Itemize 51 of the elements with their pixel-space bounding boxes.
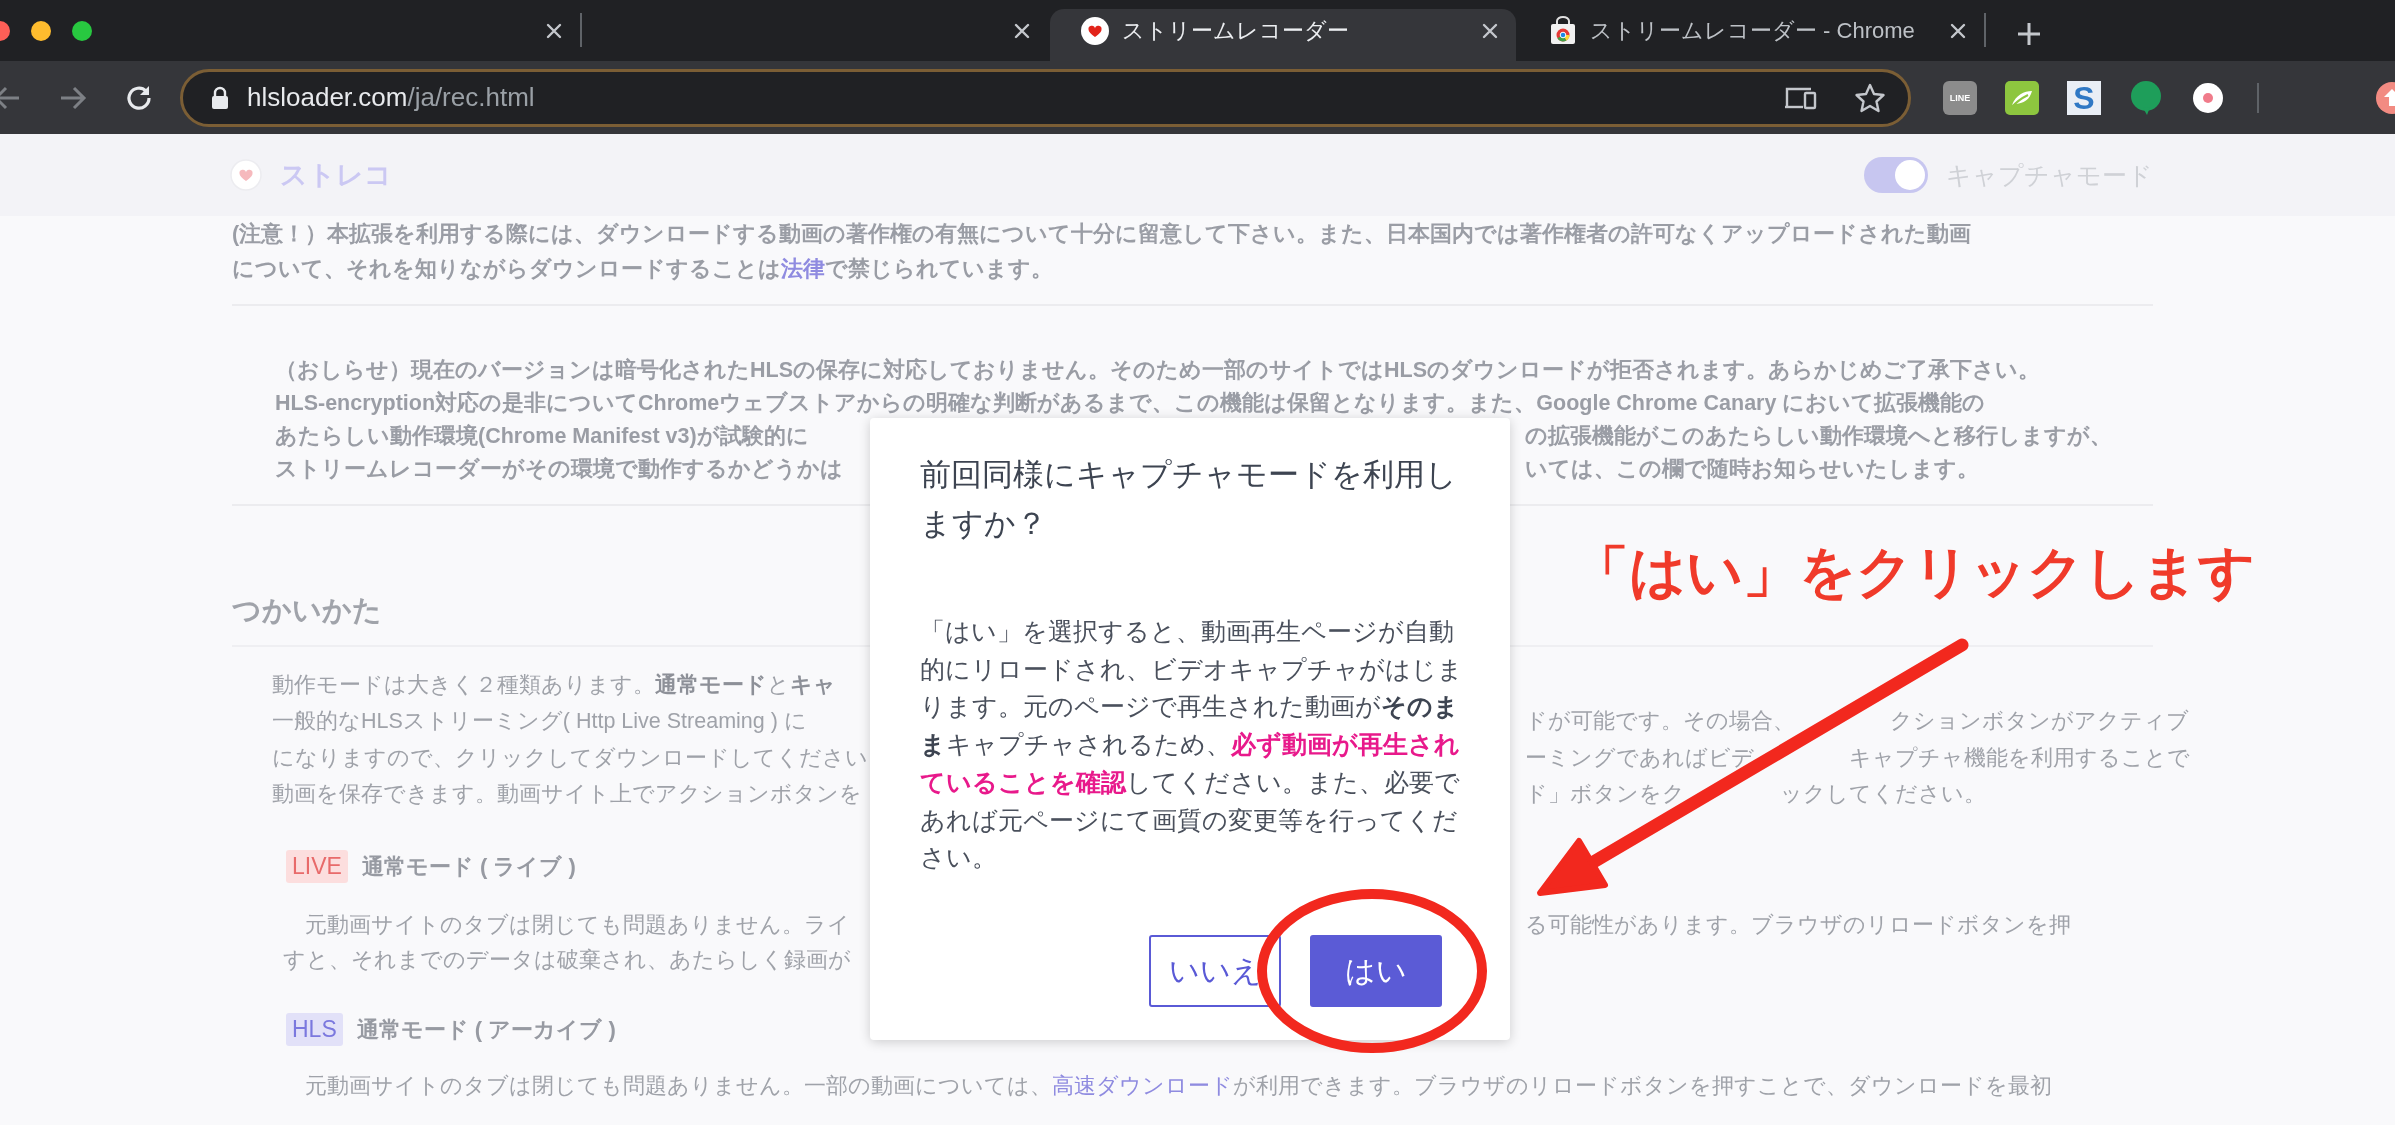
paragraph-text: キャプチャ機能を利用することで bbox=[1849, 744, 2190, 772]
yes-button[interactable]: はい bbox=[1310, 935, 1442, 1007]
paragraph-text: 元動画サイトのタブは閉じても問題ありません。一部の動画については、高速ダウンロード が利用できます。ブラウザのリロードボタンを押すことで、ダウンロードを最初 bbox=[304, 1073, 2052, 1100]
speech-bubble-icon[interactable] bbox=[2129, 79, 2163, 116]
paragraph-text: クションボタンがアクティブ bbox=[1890, 708, 2189, 736]
new-tab-icon[interactable] bbox=[2016, 21, 2042, 47]
text-link[interactable]: 高速ダウンロード bbox=[1052, 1074, 1233, 1098]
paragraph-text: ックしてください。 bbox=[1780, 781, 1986, 809]
browser-tab[interactable]: ストリームレコーダー bbox=[1050, 9, 1516, 61]
record-icon[interactable] bbox=[2191, 80, 2225, 115]
paragraph-text: になりますので、クリックしてダウンロードしてください bbox=[272, 745, 868, 770]
url-text: hlsloader.com/ja/rec.html bbox=[247, 82, 536, 113]
paragraph-text: 元動画サイトのタブは閉じても問題ありません。ライ bbox=[304, 913, 850, 937]
line-extension-icon[interactable]: LINE bbox=[1943, 80, 1977, 115]
browser-tab[interactable]: ストリームレコーダー - Chrome bbox=[1518, 9, 1984, 61]
heart-logo-icon bbox=[230, 159, 262, 191]
close-icon[interactable] bbox=[1012, 21, 1032, 41]
minimize-window-button[interactable] bbox=[31, 20, 51, 41]
notice-text: HLS-encryption対応の是非についてChromeウェブストアからの明確な判断があるまで、この機能は保留となります。また、Google Chrome Canary において拡張機能の bbox=[275, 390, 1986, 417]
notice-text: いては、この欄で随時お知らせいたします。 bbox=[1525, 456, 1979, 483]
paragraph-text: 動作モードは大きく２種類あります。通常モードとキャ bbox=[272, 671, 836, 699]
paragraph-text: ド」ボタンをク bbox=[1525, 781, 1685, 809]
paragraph-text: る可能性があります。ブラウザのリロードボタンを押 bbox=[1525, 912, 2071, 939]
mode-title: 通常モード ( ライブ ) bbox=[361, 852, 576, 881]
paragraph-text: すと、それまでのデータは破棄され、あたらしく録画が bbox=[283, 947, 851, 974]
star-icon[interactable] bbox=[1854, 81, 1886, 114]
close-icon[interactable] bbox=[544, 21, 564, 41]
notice-text: ストリームレコーダーがその環境で動作するかどうかは bbox=[275, 457, 843, 481]
leaf-extension-icon[interactable] bbox=[2005, 80, 2039, 115]
s-extension-icon[interactable]: S bbox=[2067, 80, 2101, 115]
text-link[interactable]: 法律 bbox=[781, 257, 825, 281]
store-bag-icon bbox=[1548, 16, 1578, 46]
mode-badge: HLS bbox=[286, 1013, 343, 1046]
paragraph-text: 動画を保存できます。動画サイト上でアクションボタンを bbox=[272, 782, 862, 807]
close-icon[interactable] bbox=[1948, 21, 1968, 41]
notice-text: （おしらせ）現在のバージョンは暗号化されたHLSの保存に対応しておりません。そのため一部のサイトではHLSのダウンロードが拒否されます。あらかじめご了承下さい。 bbox=[275, 357, 2040, 384]
lock-icon bbox=[211, 85, 229, 110]
notice-text: (注意！）本拡張を利用する際には、ダウンロードする動画の著作権の有無について十分に留意して下さい。また、日本国内では著作権者の許可なくアップロードされた動画 bbox=[232, 221, 1972, 248]
mode-title: 通常モード ( アーカイブ ) bbox=[356, 1015, 616, 1044]
paragraph-text: 一般的なHLSストリーミング( Http Live Streaming ) に bbox=[272, 709, 807, 734]
mode-badge: LIVE bbox=[286, 850, 348, 883]
paragraph-text: ーミングであればビデ bbox=[1525, 744, 1754, 772]
paragraph-text: ドが可能です。その場合、 bbox=[1525, 708, 1795, 736]
zoom-window-button[interactable] bbox=[72, 20, 92, 41]
close-icon[interactable] bbox=[1480, 21, 1500, 41]
capture-mode-toggle[interactable] bbox=[1864, 157, 1928, 193]
notice-text: について、それを知りながらダウンロードすることは法律で禁じられています。 bbox=[232, 256, 1053, 283]
notice-text: あたらしい動作環境(Chrome Manifest v3)が試験的に bbox=[275, 424, 809, 448]
dialog-title: 前回同様にキャプチャモードを利用しますか？ bbox=[920, 456, 1458, 543]
address-bar[interactable]: hlsloader.com/ja/rec.html bbox=[180, 68, 1911, 127]
notice-text: の拡張機能がこのあたらしい動作環境へと移行しますが、 bbox=[1525, 423, 2112, 450]
